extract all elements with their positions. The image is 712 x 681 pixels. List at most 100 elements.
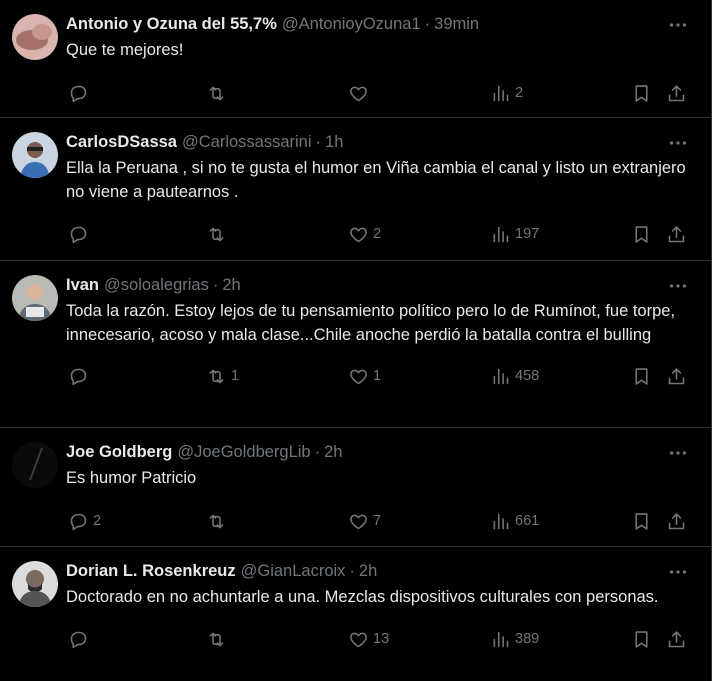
views-button[interactable]: 2 (490, 82, 523, 104)
like-icon (350, 632, 367, 647)
like-button[interactable]: 1 (348, 365, 381, 387)
more-icon[interactable] (667, 561, 689, 583)
more-icon[interactable] (667, 275, 689, 297)
retweet-icon (209, 514, 224, 528)
more-icon[interactable] (667, 14, 689, 36)
separator-dot: · (212, 275, 219, 294)
like-icon (350, 227, 367, 242)
like-count: 1 (373, 368, 382, 384)
reply-icon (70, 85, 87, 102)
tweet-header: Joe Goldberg @JoeGoldbergLib · 2h (66, 440, 695, 464)
separator-dot: · (349, 561, 355, 580)
author-name[interactable]: Ivan (66, 276, 99, 295)
timestamp[interactable]: 1h (325, 133, 343, 152)
like-icon (350, 86, 367, 101)
author-handle[interactable]: @soloalegrias (104, 276, 209, 295)
bookmark-icon (635, 84, 648, 102)
avatar[interactable] (12, 14, 58, 60)
bookmark-button[interactable] (631, 510, 652, 532)
reply-tweet[interactable]: CarlosDSassa @Carlossassarini · 1h Ella … (0, 118, 711, 261)
separator-dot: · (315, 132, 322, 151)
retweet-button[interactable] (206, 510, 231, 532)
reply-button[interactable] (68, 628, 93, 650)
bookmark-button[interactable] (631, 223, 652, 245)
share-button[interactable] (666, 82, 687, 104)
bookmark-icon (635, 225, 648, 243)
author-handle[interactable]: @AntonioyOzuna1 (282, 15, 421, 34)
retweet-icon (209, 632, 224, 646)
reply-tweet[interactable]: Joe Goldberg @JoeGoldbergLib · 2h Es hum… (0, 428, 711, 547)
reply-button[interactable]: 2 (68, 510, 101, 532)
share-button[interactable] (666, 365, 687, 387)
bookmark-button[interactable] (631, 365, 652, 387)
views-button[interactable]: 661 (490, 510, 539, 532)
views-icon (493, 226, 509, 242)
action-bar: 13 389 (66, 618, 695, 662)
avatar[interactable] (12, 132, 58, 178)
views-icon (493, 631, 509, 647)
share-icon (668, 512, 685, 529)
author-name[interactable]: CarlosDSassa (66, 133, 177, 152)
views-button[interactable]: 458 (490, 365, 539, 387)
author-handle[interactable]: @GianLacroix (241, 562, 346, 581)
bookmark-button[interactable] (631, 628, 652, 650)
view-count: 458 (515, 368, 540, 384)
action-bar: 1 1 458 (66, 355, 695, 399)
view-count: 389 (515, 631, 540, 647)
more-icon[interactable] (667, 442, 689, 464)
timestamp[interactable]: 39min (434, 15, 479, 34)
retweet-icon (209, 86, 224, 100)
reply-button[interactable] (68, 82, 93, 104)
avatar[interactable] (12, 442, 58, 488)
like-button[interactable]: 13 (348, 628, 389, 650)
share-button[interactable] (666, 510, 687, 532)
action-bar: 2 197 (66, 213, 695, 257)
tweet-header: Ivan @soloalegrias · 2h (66, 273, 695, 297)
reply-tweet[interactable]: Dorian L. Rosenkreuz @GianLacroix · 2h D… (0, 547, 711, 681)
retweet-button[interactable] (206, 628, 231, 650)
share-button[interactable] (666, 223, 687, 245)
tweet-header: Antonio y Ozuna del 55,7% @AntonioyOzuna… (66, 12, 695, 36)
like-count: 13 (373, 631, 390, 647)
like-button[interactable]: 7 (348, 510, 381, 532)
tweet-header: CarlosDSassa @Carlossassarini · 1h (66, 130, 695, 154)
retweet-button[interactable] (206, 82, 231, 104)
author-name[interactable]: Dorian L. Rosenkreuz (66, 562, 236, 581)
retweet-button[interactable]: 1 (206, 365, 239, 387)
tweet-header: Dorian L. Rosenkreuz @GianLacroix · 2h (66, 559, 695, 583)
timestamp[interactable]: 2h (222, 276, 240, 295)
timestamp[interactable]: 2h (324, 443, 342, 462)
views-button[interactable]: 389 (490, 628, 539, 650)
views-button[interactable]: 197 (490, 223, 539, 245)
retweet-count: 1 (231, 368, 240, 384)
retweet-button[interactable] (206, 223, 231, 245)
retweet-icon (209, 369, 224, 383)
like-button[interactable]: 2 (348, 223, 381, 245)
more-icon[interactable] (667, 132, 689, 154)
author-name[interactable]: Joe Goldberg (66, 443, 172, 462)
reply-button[interactable] (68, 223, 93, 245)
reply-icon (70, 631, 87, 648)
author-handle[interactable]: @JoeGoldbergLib (177, 443, 310, 462)
like-button[interactable] (348, 82, 373, 104)
avatar[interactable] (12, 561, 58, 607)
share-icon (668, 225, 685, 242)
bookmark-button[interactable] (631, 82, 652, 104)
author-name[interactable]: Antonio y Ozuna del 55,7% (66, 15, 277, 34)
reply-feed: Antonio y Ozuna del 55,7% @AntonioyOzuna… (0, 0, 712, 681)
reply-count: 2 (93, 513, 102, 529)
timestamp[interactable]: 2h (359, 562, 377, 581)
views-icon (493, 513, 509, 529)
like-icon (350, 369, 367, 384)
views-icon (493, 85, 509, 101)
retweet-icon (209, 227, 224, 241)
reply-tweet[interactable]: Ivan @soloalegrias · 2h Toda la razón. E… (0, 261, 711, 428)
tweet-text: Que te mejores! (66, 41, 184, 59)
reply-tweet[interactable]: Antonio y Ozuna del 55,7% @AntonioyOzuna… (0, 0, 711, 118)
author-handle[interactable]: @Carlossassarini (182, 133, 312, 152)
action-bar: 2 7 661 (66, 500, 695, 544)
share-icon (668, 367, 685, 384)
share-button[interactable] (666, 628, 687, 650)
reply-button[interactable] (68, 365, 93, 387)
avatar[interactable] (12, 275, 58, 321)
